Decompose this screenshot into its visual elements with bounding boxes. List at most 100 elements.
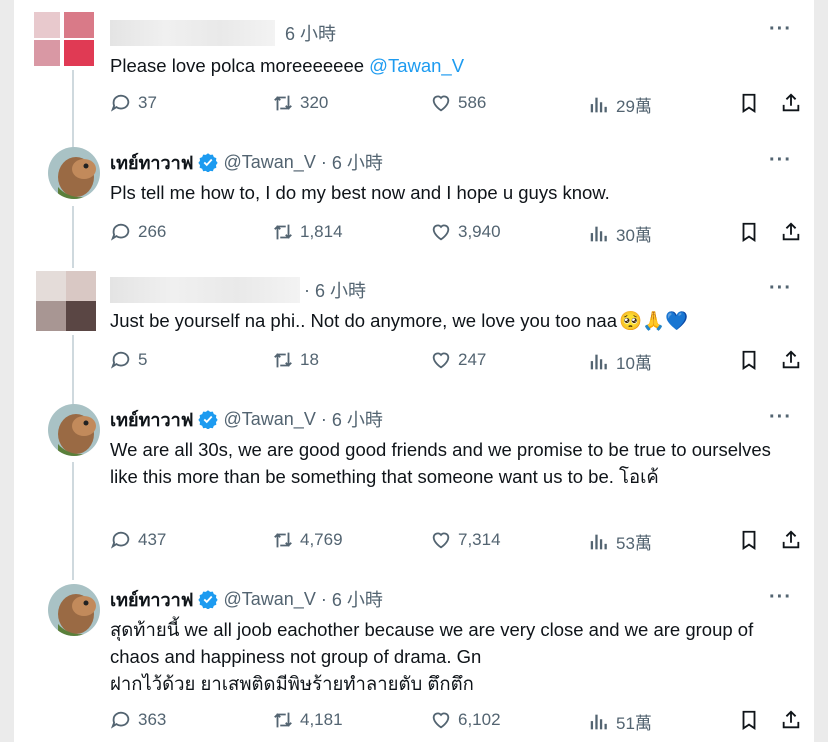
like-count: 586 (458, 93, 487, 112)
display-name[interactable]: เทย์ทาวาฟ (110, 585, 194, 614)
tweet-text: Please love polca moreeeeeee @Tawan_V (110, 52, 790, 79)
thread-line (72, 335, 74, 407)
retweet-count: 4,769 (300, 530, 343, 549)
views-count: 51萬 (616, 714, 652, 733)
display-name[interactable]: เทย์ทาวาฟ (110, 405, 194, 434)
tweet-text-body: Just be yourself na phi.. Not do anymore… (110, 310, 617, 331)
heart-icon (432, 224, 450, 241)
tweet-text: สุดท้ายนี้ we all joob eachother because… (110, 616, 790, 697)
avatar[interactable] (48, 584, 100, 636)
retweet-button[interactable]: 4,769 (272, 529, 343, 551)
share-button[interactable] (780, 529, 802, 551)
verified-badge-icon (197, 410, 218, 429)
tweet-text-line: ฝากไว้ด้วย ยาเสพติดมีพิษร้ายทำลายตับ ตึก… (110, 673, 474, 694)
blurred-name (110, 277, 300, 303)
tweet-text: Just be yourself na phi.. Not do anymore… (110, 307, 790, 334)
more-icon[interactable]: ··· (769, 406, 792, 429)
retweet-icon (274, 224, 292, 240)
separator-dot: · (320, 408, 327, 429)
views-button[interactable]: 53萬 (588, 529, 652, 554)
tweet-header: 6 小時 (110, 18, 336, 48)
views-count: 10萬 (616, 354, 652, 373)
avatar[interactable] (36, 271, 96, 331)
views-count: 29萬 (616, 97, 652, 116)
share-button[interactable] (780, 709, 802, 731)
avatar-image (48, 404, 100, 456)
views-button[interactable]: 10萬 (588, 349, 652, 374)
timestamp[interactable]: 6 小時 (332, 586, 383, 612)
tweet-actions: 363 4,181 6,102 51萬 (110, 709, 800, 739)
retweet-icon (274, 352, 292, 368)
more-icon[interactable]: ··· (769, 149, 792, 172)
retweet-icon (274, 95, 292, 111)
blurred-name (110, 20, 275, 46)
timestamp[interactable]: 6 小時 (315, 277, 366, 303)
retweet-button[interactable]: 1,814 (272, 221, 343, 243)
retweet-button[interactable]: 4,181 (272, 709, 343, 731)
like-button[interactable]: 3,940 (430, 221, 501, 243)
share-icon (782, 710, 800, 729)
retweet-button[interactable]: 320 (272, 92, 328, 114)
views-count: 30萬 (616, 226, 652, 245)
heart-icon (432, 712, 450, 729)
like-button[interactable]: 247 (430, 349, 486, 371)
mention-link[interactable]: @Tawan_V (369, 55, 464, 76)
handle[interactable]: @Tawan_V (224, 152, 316, 173)
share-button[interactable] (780, 92, 802, 114)
reply-button[interactable]: 437 (110, 529, 166, 551)
bookmark-icon (742, 222, 756, 242)
tweet-actions: 5 18 247 10萬 (110, 349, 800, 379)
avatar[interactable] (34, 12, 94, 68)
views-icon (590, 354, 607, 369)
reply-count: 266 (138, 222, 167, 241)
bookmark-button[interactable] (738, 221, 760, 243)
views-button[interactable]: 29萬 (588, 92, 652, 117)
reply-button[interactable]: 5 (110, 349, 147, 371)
like-button[interactable]: 6,102 (430, 709, 501, 731)
like-count: 6,102 (458, 710, 501, 729)
more-icon[interactable]: ··· (769, 586, 792, 609)
bookmark-button[interactable] (738, 349, 760, 371)
verified-badge-icon (197, 153, 218, 172)
thread-line (72, 462, 74, 580)
retweet-button[interactable]: 18 (272, 349, 319, 371)
reply-button[interactable]: 363 (110, 709, 166, 731)
handle[interactable]: @Tawan_V (224, 409, 316, 430)
reply-button[interactable]: 37 (110, 92, 157, 114)
tweet-actions: 37 320 586 29萬 (110, 92, 800, 122)
reply-icon (110, 351, 130, 369)
timestamp[interactable]: 6 小時 (332, 149, 383, 175)
emoji: 🥺🙏💙 (619, 310, 689, 331)
heart-icon (432, 352, 450, 369)
like-button[interactable]: 586 (430, 92, 486, 114)
share-button[interactable] (780, 221, 802, 243)
like-button[interactable]: 7,314 (430, 529, 501, 551)
timestamp[interactable]: 6 小時 (332, 406, 383, 432)
bookmark-button[interactable] (738, 92, 760, 114)
views-icon (590, 714, 607, 729)
heart-icon (432, 532, 450, 549)
separator-dot: · (320, 151, 327, 172)
tweet-text-body: Please love polca moreeeeeee (110, 55, 370, 76)
reply-button[interactable]: 266 (110, 221, 166, 243)
more-icon[interactable]: ··· (769, 18, 792, 41)
bookmark-button[interactable] (738, 529, 760, 551)
separator-dot: · (320, 588, 327, 609)
retweet-count: 4,181 (300, 710, 343, 729)
views-icon (590, 226, 607, 241)
views-button[interactable]: 51萬 (588, 709, 652, 734)
timestamp[interactable]: 6 小時 (285, 20, 336, 46)
bookmark-icon (742, 350, 756, 370)
views-button[interactable]: 30萬 (588, 221, 652, 246)
share-button[interactable] (780, 349, 802, 371)
verified-badge-icon (197, 590, 218, 609)
handle[interactable]: @Tawan_V (224, 589, 316, 610)
bookmark-button[interactable] (738, 709, 760, 731)
avatar[interactable] (48, 147, 100, 199)
avatar[interactable] (48, 404, 100, 456)
like-count: 3,940 (458, 222, 501, 241)
tweet-header: เทย์ทาวาฟ @Tawan_V · 6 小時 (110, 147, 383, 177)
more-icon[interactable]: ··· (769, 277, 792, 300)
display-name[interactable]: เทย์ทาวาฟ (110, 148, 194, 177)
thread-line (72, 206, 74, 268)
